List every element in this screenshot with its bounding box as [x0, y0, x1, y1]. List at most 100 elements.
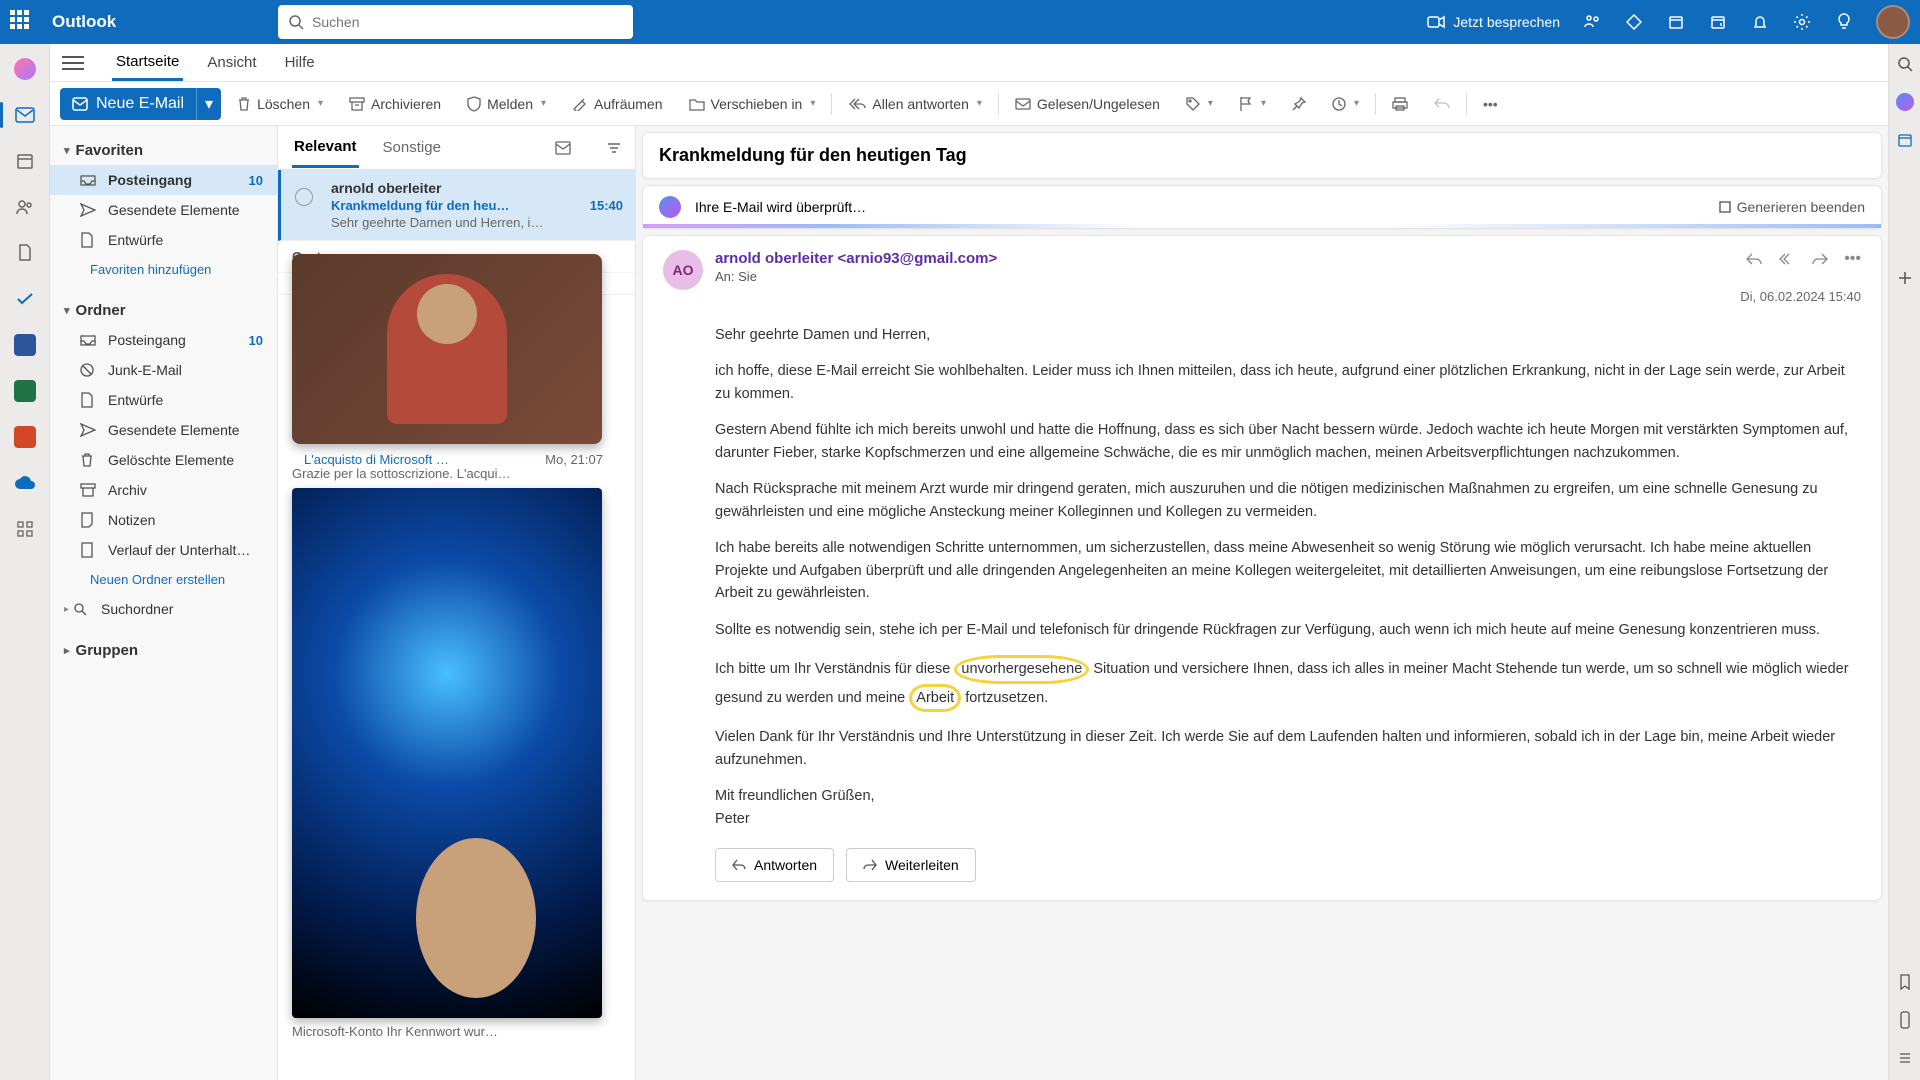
inbox-icon	[80, 333, 98, 347]
rail-word-icon[interactable]	[8, 328, 42, 362]
pin-button[interactable]	[1282, 91, 1316, 117]
pip-video-overlay[interactable]	[292, 254, 602, 444]
sweep-button[interactable]: Aufräumen	[562, 90, 672, 118]
toolbar-separator	[1375, 93, 1376, 115]
view-tabs: Startseite Ansicht Hilfe	[50, 44, 1920, 82]
new-folder-link[interactable]: Neuen Ordner erstellen	[50, 565, 277, 594]
tab-view[interactable]: Ansicht	[203, 46, 260, 79]
tab-home[interactable]: Startseite	[112, 45, 183, 81]
message-checkbox[interactable]	[295, 188, 313, 206]
calendar-peek-icon[interactable]	[1895, 130, 1915, 150]
sender-avatar[interactable]: AO	[663, 250, 703, 290]
folder-drafts-fav[interactable]: Entwürfe	[50, 225, 277, 255]
folder-sent[interactable]: Gesendete Elemente	[50, 415, 277, 445]
forward-button[interactable]: Weiterleiten	[846, 848, 976, 882]
message-subject: Krankmeldung für den heu…	[331, 198, 509, 213]
bell-icon[interactable]	[1750, 12, 1770, 32]
undo-button[interactable]	[1424, 91, 1460, 117]
stop-generating-button[interactable]: Generieren beenden	[1719, 199, 1865, 215]
sender-name[interactable]: arnold oberleiter <arnio93@gmail.com>	[715, 250, 997, 267]
tab-help[interactable]: Hilfe	[281, 46, 319, 79]
folder-junk[interactable]: Junk-E-Mail	[50, 355, 277, 385]
rail-mail-icon[interactable]	[8, 98, 42, 132]
ellipsis-icon: •••	[1483, 96, 1498, 112]
annotation-highlight: Arbeit	[909, 684, 961, 712]
bookmark-icon[interactable]	[1895, 972, 1915, 992]
search-input[interactable]	[312, 14, 623, 30]
forward-icon[interactable]	[1812, 252, 1828, 266]
hamburger-icon[interactable]	[62, 56, 84, 70]
reply-all-button[interactable]: Allen antworten▾	[838, 90, 992, 118]
message-time: Mo, 21:07	[545, 452, 603, 467]
sent-icon	[80, 203, 98, 217]
copilot-icon[interactable]	[1895, 92, 1915, 112]
diamond-icon[interactable]	[1624, 12, 1644, 32]
reply-all-icon[interactable]	[1778, 252, 1796, 266]
reply-icon[interactable]	[1746, 252, 1762, 266]
folder-history[interactable]: Verlauf der Unterhalt…	[50, 535, 277, 565]
message-preview: Microsoft-Konto Ihr Kennwort wur…	[292, 1024, 615, 1039]
annotation-highlight: unvorhergesehene	[954, 655, 1089, 683]
folder-inbox[interactable]: Posteingang10	[50, 325, 277, 355]
filter-icon[interactable]	[607, 142, 621, 154]
rail-powerpoint-icon[interactable]	[8, 420, 42, 454]
rail-files-icon[interactable]	[8, 236, 42, 270]
move-to-button[interactable]: Verschieben in▾	[679, 90, 826, 118]
notes-icon	[80, 512, 98, 528]
more-actions-icon[interactable]: •••	[1844, 250, 1861, 268]
tag-button[interactable]: ▾	[1176, 91, 1223, 117]
meet-now-button[interactable]: Jetzt besprechen	[1427, 14, 1560, 30]
folders-header[interactable]: ▾Ordner	[50, 296, 277, 325]
gear-icon[interactable]	[1792, 12, 1812, 32]
search-box[interactable]	[278, 5, 633, 39]
rail-more-apps-icon[interactable]	[8, 512, 42, 546]
more-button[interactable]: •••	[1473, 90, 1508, 118]
rail-calendar-icon[interactable]	[8, 144, 42, 178]
shield-icon	[467, 96, 481, 112]
folder-search[interactable]: ▸Suchordner	[50, 594, 277, 624]
add-favorite-link[interactable]: Favoriten hinzufügen	[50, 255, 277, 284]
tab-other[interactable]: Sonstige	[381, 129, 443, 166]
checklist-icon[interactable]	[1895, 1048, 1915, 1068]
folder-inbox-fav[interactable]: Posteingang10	[50, 165, 277, 195]
snooze-button[interactable]: ▾	[1322, 91, 1369, 117]
calendar-day-icon[interactable]	[1666, 12, 1686, 32]
archive-icon	[80, 483, 98, 497]
account-avatar[interactable]	[1876, 5, 1910, 39]
folder-deleted[interactable]: Gelöschte Elemente	[50, 445, 277, 475]
my-day-icon[interactable]	[1708, 12, 1728, 32]
tab-focused[interactable]: Relevant	[292, 128, 359, 168]
reply-button[interactable]: Antworten	[715, 848, 834, 882]
folder-drafts[interactable]: Entwürfe	[50, 385, 277, 415]
folder-archive[interactable]: Archiv	[50, 475, 277, 505]
folder-notes[interactable]: Notizen	[50, 505, 277, 535]
delete-button[interactable]: Löschen▾	[227, 90, 333, 118]
groups-header[interactable]: ▸Gruppen	[50, 636, 277, 665]
rail-todo-icon[interactable]	[8, 282, 42, 316]
rail-plus-icon[interactable]	[1895, 268, 1915, 288]
rail-onedrive-icon[interactable]	[8, 466, 42, 500]
teams-icon[interactable]	[1582, 12, 1602, 32]
rail-home-icon[interactable]	[8, 52, 42, 86]
new-mail-caret[interactable]: ▾	[196, 88, 221, 120]
lightbulb-icon[interactable]	[1834, 12, 1854, 32]
favorites-header[interactable]: ▾Favoriten	[50, 136, 277, 165]
drafts-icon	[80, 392, 98, 408]
archive-button[interactable]: Archivieren	[339, 90, 451, 118]
rail-people-icon[interactable]	[8, 190, 42, 224]
rail-excel-icon[interactable]	[8, 374, 42, 408]
folder-sent-fav[interactable]: Gesendete Elemente	[50, 195, 277, 225]
attachment-preview-overlay[interactable]	[292, 488, 602, 1018]
search-icon[interactable]	[1895, 54, 1915, 74]
new-mail-button[interactable]: Neue E-Mail ▾	[60, 88, 221, 120]
select-all-icon[interactable]	[555, 141, 571, 155]
message-item-1[interactable]: arnold oberleiter Krankmeldung für den h…	[278, 170, 635, 241]
phone-icon[interactable]	[1895, 1010, 1915, 1030]
app-launcher-icon[interactable]	[10, 10, 34, 34]
folder-move-icon	[689, 97, 705, 111]
flag-button[interactable]: ▾	[1229, 90, 1276, 118]
email-date: Di, 06.02.2024 15:40	[1740, 289, 1861, 304]
print-button[interactable]	[1382, 91, 1418, 117]
report-button[interactable]: Melden▾	[457, 90, 556, 118]
read-unread-button[interactable]: Gelesen/Ungelesen	[1005, 90, 1170, 118]
